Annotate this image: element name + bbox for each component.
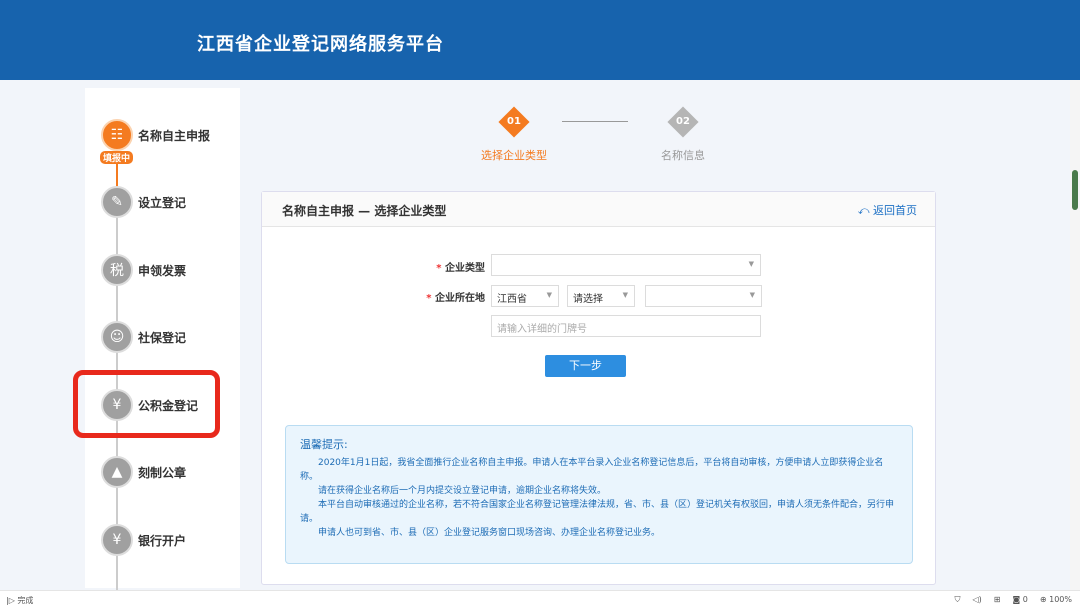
block-icon[interactable]: ◙ 0 — [1012, 595, 1027, 605]
back-home-label: 返回首页 — [873, 204, 917, 217]
sidebar-item[interactable]: ☷ 名称自主申报 — [101, 119, 210, 151]
sidebar-item[interactable]: ¥ 银行开户 — [101, 524, 186, 556]
status-badge: 填报中 — [100, 151, 134, 164]
district-select[interactable]: ▼ — [645, 285, 762, 307]
sidebar-item[interactable]: ☺ 社保登记 — [101, 321, 186, 353]
scrollbar[interactable] — [1070, 80, 1080, 590]
label-text: 企业所在地 — [435, 293, 485, 304]
back-home-link[interactable]: ⤺ 返回首页 — [858, 202, 917, 218]
chevron-down-icon: ▼ — [749, 291, 755, 299]
id-card-icon: ☷ — [101, 119, 133, 151]
seal-icon: ▲ — [101, 456, 133, 488]
company-type-label: * 企业类型 — [365, 259, 485, 274]
zoom-control[interactable]: ⊕ 100% — [1040, 595, 1072, 605]
company-type-select[interactable]: ▼ — [491, 254, 761, 276]
sidebar-item[interactable]: ✎ 设立登记 — [101, 186, 186, 218]
tips-title: 温馨提示: — [300, 438, 348, 451]
location-label: * 企业所在地 — [365, 289, 485, 304]
chevron-down-icon: ▼ — [748, 260, 754, 268]
tax-invoice-icon: 税 — [101, 254, 133, 286]
address-input[interactable]: 请输入详细的门牌号 — [491, 315, 761, 337]
step-2-number: 02 — [676, 116, 690, 127]
social-security-icon: ☺ — [101, 321, 133, 353]
card-title: 名称自主申报 — 选择企业类型 — [282, 204, 447, 218]
status-text: 完成 — [17, 596, 34, 605]
tip-paragraph: 2020年1月1日起，我省全面推行企业名称自主申报。申请人在本平台录入企业名称登… — [300, 458, 884, 482]
label-text: 企业类型 — [445, 263, 485, 274]
return-icon: ⤺ — [857, 204, 873, 217]
step-connector — [562, 121, 628, 122]
zoom-level: 100% — [1049, 595, 1072, 604]
edit-form-icon: ✎ — [101, 186, 133, 218]
download-icon[interactable]: ⊞ — [994, 595, 1001, 605]
required-mark: * — [436, 263, 442, 274]
site-title: 江西省企业登记网络服务平台 — [197, 34, 444, 55]
shield-icon[interactable]: ⛉ — [954, 595, 960, 605]
speaker-icon[interactable]: ◁) — [972, 595, 981, 605]
city-value: 请选择 — [573, 294, 603, 305]
step-1-number: 01 — [507, 116, 521, 127]
sidebar-item[interactable]: ▲ 刻制公章 — [101, 456, 186, 488]
city-select[interactable]: 请选择 ▼ — [567, 285, 635, 307]
form-card: 名称自主申报 — 选择企业类型 ⤺ 返回首页 * 企业类型 ▼ * 企业所在地 … — [261, 191, 936, 585]
tip-paragraph: 请在获得企业名称后一个月内提交设立登记申请，逾期企业名称将失效。 — [318, 486, 607, 496]
province-select[interactable]: 江西省 ▼ — [491, 285, 559, 307]
required-mark: * — [426, 293, 432, 304]
header: 江西省企业登记网络服务平台 — [0, 0, 1080, 80]
card-header: 名称自主申报 — 选择企业类型 ⤺ 返回首页 — [262, 192, 935, 227]
status-bar: |▷ 完成 ⛉ ◁) ⊞ ◙ 0 ⊕ 100% — [0, 590, 1080, 608]
province-value: 江西省 — [497, 294, 527, 305]
page-icon: |▷ — [6, 596, 18, 605]
sidebar-item-label: 设立登记 — [138, 195, 187, 210]
sidebar-item-label: 社保登记 — [138, 330, 187, 345]
sidebar-item-label: 银行开户 — [138, 533, 187, 548]
sidebar-item-label: 名称自主申报 — [138, 128, 211, 143]
sidebar-item-label: 刻制公章 — [138, 465, 187, 480]
chevron-down-icon: ▼ — [622, 291, 628, 299]
tips-box: 温馨提示: 2020年1月1日起，我省全面推行企业名称自主申报。申请人在本平台录… — [285, 425, 913, 564]
sidebar-item[interactable]: 税申领发票 — [101, 254, 186, 286]
next-step-button[interactable]: 下一步 — [545, 355, 626, 377]
progress-line — [116, 160, 118, 188]
step-1-label: 选择企业类型 — [481, 149, 547, 162]
highlight-box — [73, 370, 220, 438]
step-2-label: 名称信息 — [661, 149, 705, 162]
tip-paragraph: 申请人也可到省、市、县（区）企业登记服务窗口现场咨询、办理企业名称登记业务。 — [318, 528, 661, 538]
sidebar-item-label: 申领发票 — [138, 263, 187, 278]
tip-paragraph: 本平台自动审核通过的企业名称，若不符合国家企业名称登记管理法律法规，省、市、县（… — [300, 500, 895, 524]
step-indicator: 01 选择企业类型 02 名称信息 — [480, 105, 730, 165]
chevron-down-icon: ▼ — [546, 291, 552, 299]
scrollbar-thumb[interactable] — [1072, 170, 1078, 210]
money-bag-icon: ¥ — [101, 524, 133, 556]
block-count: 0 — [1022, 595, 1028, 604]
